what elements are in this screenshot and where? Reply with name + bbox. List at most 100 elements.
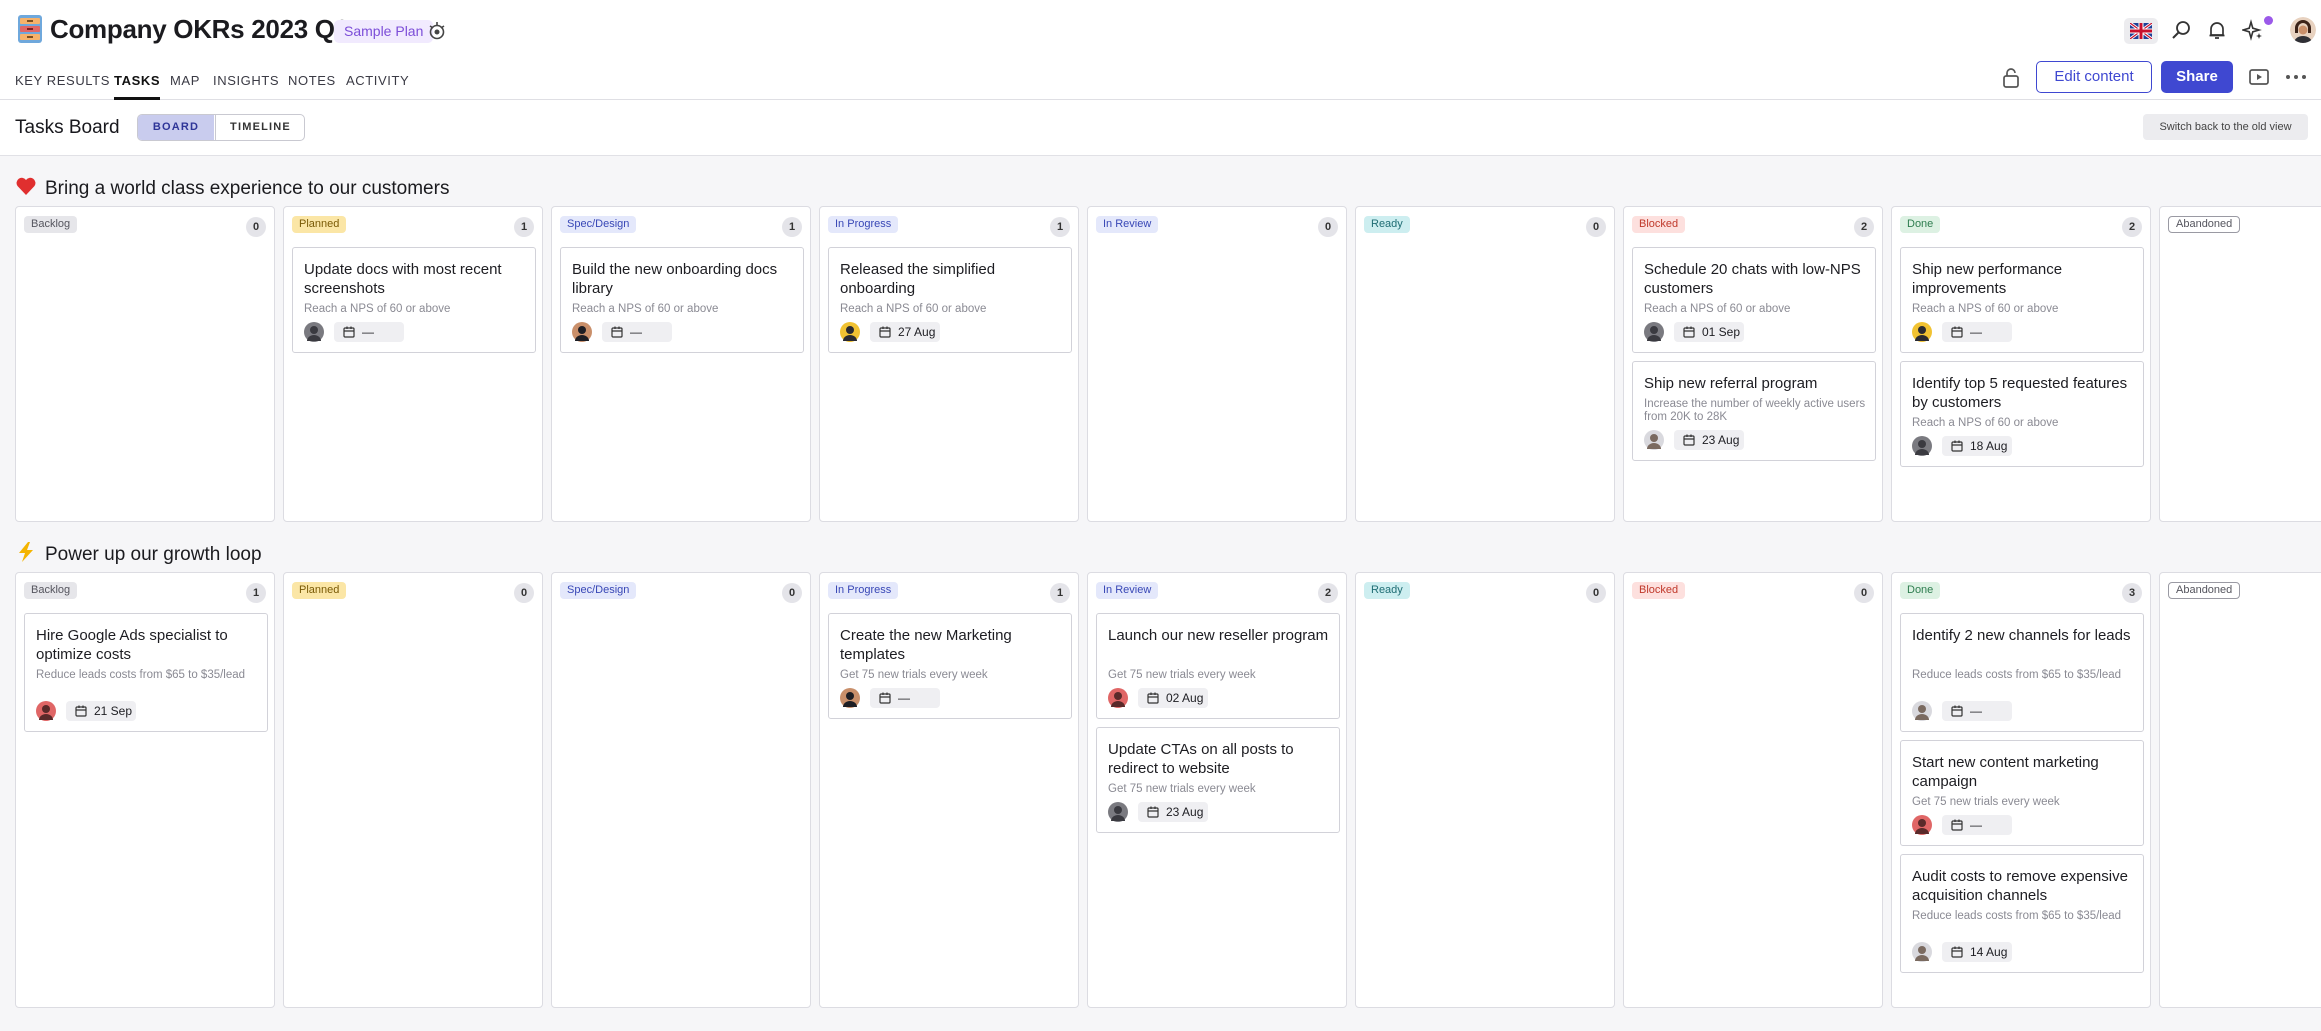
due-date-chip[interactable]: —	[1942, 701, 2012, 721]
timeline-view-button[interactable]: TIMELINE	[215, 115, 304, 140]
tab-map[interactable]: MAP	[170, 68, 200, 100]
bell-icon[interactable]	[2206, 19, 2228, 41]
assignee-avatar[interactable]	[572, 322, 592, 342]
task-key-result[interactable]: Reach a NPS of 60 or above	[1912, 417, 2136, 430]
status-count-badge: 1	[1050, 583, 1070, 603]
task-card[interactable]: Released the simplified onboarding Reach …	[828, 247, 1072, 353]
uk-flag-icon	[2130, 23, 2152, 39]
task-key-result[interactable]: Increase the number of weekly active use…	[1644, 398, 1868, 424]
task-title[interactable]: Audit costs to remove expensive acquisit…	[1912, 867, 2136, 905]
task-card[interactable]: Launch our new reseller program Get 75 ne…	[1096, 613, 1340, 719]
assignee-avatar[interactable]	[1912, 815, 1932, 835]
task-card[interactable]: Identify top 5 requested features by cus…	[1900, 361, 2144, 467]
language-button[interactable]	[2124, 18, 2158, 44]
objective-title-text[interactable]: Power up our growth loop	[45, 544, 262, 565]
assignee-avatar[interactable]	[1912, 942, 1932, 962]
due-date-text: 23 Aug	[1702, 433, 1740, 447]
tab-notes[interactable]: NOTES	[288, 68, 336, 100]
due-date-chip[interactable]: 21 Sep	[66, 701, 136, 721]
due-date-chip[interactable]: 02 Aug	[1138, 688, 1208, 708]
assignee-avatar[interactable]	[840, 322, 860, 342]
due-date-chip[interactable]: —	[1942, 322, 2012, 342]
task-card[interactable]: Create the new Marketing templates Get 75…	[828, 613, 1072, 719]
assignee-avatar[interactable]	[36, 701, 56, 721]
task-card[interactable]: Start new content marketing campaign Get …	[1900, 740, 2144, 846]
due-date-chip[interactable]: 23 Aug	[1138, 802, 1208, 822]
task-title[interactable]: Update CTAs on all posts to redirect to …	[1108, 740, 1332, 778]
task-card[interactable]: Update CTAs on all posts to redirect to …	[1096, 727, 1340, 833]
task-card[interactable]: Schedule 20 chats with low-NPS customers…	[1632, 247, 1876, 353]
task-card[interactable]: Update docs with most recent screenshots…	[292, 247, 536, 353]
task-card[interactable]: Ship new performance improvements Reach a…	[1900, 247, 2144, 353]
task-title[interactable]: Ship new performance improvements	[1912, 260, 2136, 298]
task-title[interactable]: Create the new Marketing templates	[840, 626, 1064, 664]
task-key-result[interactable]: Get 75 new trials every week	[840, 669, 1064, 682]
plan-title[interactable]: Company OKRs 2023 Q3	[50, 14, 349, 45]
tab-activity[interactable]: ACTIVITY	[346, 68, 409, 100]
task-title[interactable]: Ship new referral program	[1644, 374, 1868, 393]
more-options-icon[interactable]	[2284, 66, 2308, 88]
tab-key-results[interactable]: KEY RESULTS	[15, 68, 110, 100]
due-date-chip[interactable]: 01 Sep	[1674, 322, 1744, 342]
task-card[interactable]: Identify 2 new channels for leads Reduce …	[1900, 613, 2144, 732]
status-count-badge: 0	[782, 583, 802, 603]
task-key-result[interactable]: Get 75 new trials every week	[1108, 783, 1332, 796]
share-button[interactable]: Share	[2161, 61, 2233, 93]
status-count-badge: 1	[246, 583, 266, 603]
status-count-badge: 1	[782, 217, 802, 237]
task-title[interactable]: Hire Google Ads specialist to optimize c…	[36, 626, 260, 664]
task-title[interactable]: Released the simplified onboarding	[840, 260, 1064, 298]
objective-title-text[interactable]: Bring a world class experience to our cu…	[45, 178, 449, 199]
task-title[interactable]: Update docs with most recent screenshots	[304, 260, 528, 298]
assignee-avatar[interactable]	[1108, 688, 1128, 708]
board-view-button[interactable]: BOARD	[138, 115, 214, 140]
task-key-result[interactable]: Reach a NPS of 60 or above	[1644, 303, 1868, 316]
sparkle-icon[interactable]	[2242, 19, 2264, 41]
task-title[interactable]: Build the new onboarding docs library	[572, 260, 796, 298]
due-date-chip[interactable]: —	[870, 688, 940, 708]
switch-old-view-button[interactable]: Switch back to the old view	[2143, 114, 2308, 140]
task-title[interactable]: Identify top 5 requested features by cus…	[1912, 374, 2136, 412]
due-date-chip[interactable]: 23 Aug	[1674, 430, 1744, 450]
lock-icon[interactable]	[1998, 66, 2024, 90]
edit-content-button[interactable]: Edit content	[2036, 61, 2152, 93]
task-card[interactable]: Ship new referral program Increase the nu…	[1632, 361, 1876, 461]
due-date-chip[interactable]: 18 Aug	[1942, 436, 2012, 456]
watch-icon[interactable]	[426, 20, 448, 42]
assignee-avatar[interactable]	[840, 688, 860, 708]
assignee-avatar[interactable]	[1912, 701, 1932, 721]
task-title[interactable]: Identify 2 new channels for leads	[1912, 626, 2136, 645]
due-date-chip[interactable]: 27 Aug	[870, 322, 940, 342]
task-key-result[interactable]: Reduce leads costs from $65 to $35/lead	[36, 669, 260, 682]
task-key-result[interactable]: Reduce leads costs from $65 to $35/lead	[1912, 910, 2136, 923]
task-key-result[interactable]: Reach a NPS of 60 or above	[572, 303, 796, 316]
task-key-result[interactable]: Reduce leads costs from $65 to $35/lead	[1912, 669, 2136, 682]
search-icon[interactable]	[2170, 19, 2192, 41]
assignee-avatar[interactable]	[1644, 430, 1664, 450]
tab-insights[interactable]: INSIGHTS	[213, 68, 279, 100]
task-card[interactable]: Build the new onboarding docs library Rea…	[560, 247, 804, 353]
task-card[interactable]: Audit costs to remove expensive acquisit…	[1900, 854, 2144, 973]
task-title[interactable]: Schedule 20 chats with low-NPS customers	[1644, 260, 1868, 298]
due-date-chip[interactable]: —	[334, 322, 404, 342]
assignee-avatar[interactable]	[1912, 322, 1932, 342]
task-key-result[interactable]: Reach a NPS of 60 or above	[304, 303, 528, 316]
task-title[interactable]: Launch our new reseller program	[1108, 626, 1332, 645]
task-key-result[interactable]: Reach a NPS of 60 or above	[1912, 303, 2136, 316]
top-bar: Company OKRs 2023 Q3 Sample Plan	[0, 0, 2321, 62]
assignee-avatar[interactable]	[1108, 802, 1128, 822]
task-key-result[interactable]: Reach a NPS of 60 or above	[840, 303, 1064, 316]
task-card[interactable]: Hire Google Ads specialist to optimize c…	[24, 613, 268, 732]
due-date-chip[interactable]: —	[1942, 815, 2012, 835]
assignee-avatar[interactable]	[1912, 436, 1932, 456]
tab-tasks[interactable]: TASKS	[114, 68, 161, 100]
present-icon[interactable]	[2248, 66, 2270, 88]
user-avatar[interactable]	[2290, 17, 2316, 43]
task-key-result[interactable]: Get 75 new trials every week	[1912, 796, 2136, 809]
assignee-avatar[interactable]	[304, 322, 324, 342]
due-date-chip[interactable]: 14 Aug	[1942, 942, 2012, 962]
assignee-avatar[interactable]	[1644, 322, 1664, 342]
due-date-chip[interactable]: —	[602, 322, 672, 342]
task-title[interactable]: Start new content marketing campaign	[1912, 753, 2136, 791]
task-key-result[interactable]: Get 75 new trials every week	[1108, 669, 1332, 682]
